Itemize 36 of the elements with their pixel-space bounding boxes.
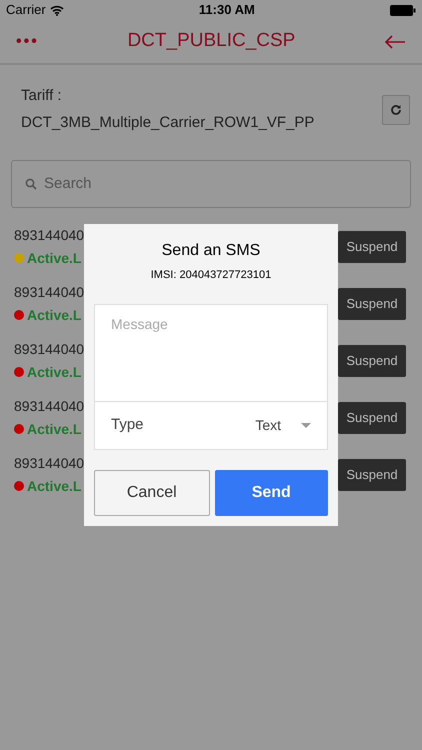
status-text: Active.L	[27, 362, 82, 382]
status-text: Active.L	[27, 420, 82, 438]
back-button[interactable]	[384, 34, 406, 48]
tariff-value: DCT_3MB_Multiple_Carrier_ROW1_VF_PP	[21, 112, 314, 132]
tariff-label: Tariff :	[21, 86, 63, 106]
type-dropdown[interactable]: Text	[255, 414, 311, 436]
refresh-icon	[390, 104, 402, 116]
imsi-text: IMSI: 204043727723101	[150, 268, 272, 283]
search-field[interactable]: Search	[11, 160, 411, 208]
sim-number: 893144040	[14, 340, 84, 358]
sim-number: 893144040	[14, 454, 84, 472]
status-text: Active.L	[27, 248, 82, 268]
cancel-button[interactable]: Cancel	[94, 470, 210, 516]
sim-number: 893144040	[14, 396, 84, 416]
suspend-button[interactable]: Suspend	[338, 230, 406, 262]
page-title: DCT_PUBLIC_CSP	[127, 29, 296, 54]
battery-icon	[390, 4, 416, 16]
suspend-button[interactable]: Suspend	[338, 288, 406, 320]
send-button[interactable]: Send	[214, 470, 328, 516]
wifi-icon	[50, 4, 64, 16]
refresh-button[interactable]	[382, 94, 410, 124]
status-text: Active.L	[27, 476, 82, 496]
suspend-button[interactable]: Suspend	[338, 402, 406, 434]
type-label: Type	[111, 414, 144, 435]
time-text: 11:30 AM	[198, 1, 255, 20]
sim-number: 893144040	[14, 282, 84, 302]
carrier-text: Carrier	[6, 1, 46, 20]
search-input[interactable]: Search	[44, 172, 397, 196]
caret-icon	[301, 422, 311, 428]
suspend-button[interactable]: Suspend	[338, 344, 406, 376]
search-icon	[25, 178, 37, 190]
message-field[interactable]: Message	[94, 304, 328, 402]
suspend-button[interactable]: Suspend	[338, 458, 406, 490]
dialog-title: Send an SMS	[162, 241, 260, 261]
sim-number: 893144040	[14, 226, 84, 244]
status-text: Active.L	[27, 306, 82, 324]
